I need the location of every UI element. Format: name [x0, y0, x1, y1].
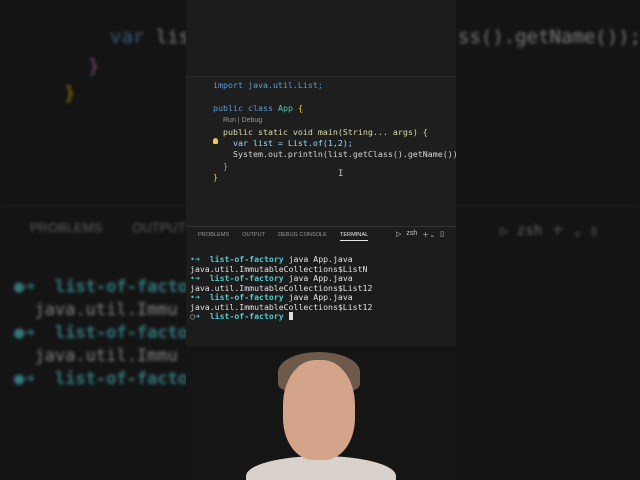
terminal-icon: ▷: [396, 231, 402, 238]
terminal-output: •➜ list-of-factory java App.java java.ut…: [190, 254, 373, 321]
run-debug-codelens[interactable]: Run | Debug: [223, 117, 262, 124]
split-terminal-icon[interactable]: ▯: [440, 230, 444, 240]
import-line: import java.util.List;: [213, 80, 323, 90]
bg-code-line: ss().getName());: [458, 26, 640, 48]
bg-brace: }: [64, 82, 76, 104]
bg-terminal-controls: ▷ zsh ＋ ⌄ ▯: [500, 223, 599, 239]
tab-problems[interactable]: PROBLEMS: [198, 232, 229, 241]
video-panel: import java.util.List; public class App …: [186, 0, 456, 480]
code-content: import java.util.List; public class App …: [213, 80, 456, 184]
lightbulb-icon[interactable]: [213, 138, 218, 144]
main-decl: public static void main(String... args) …: [223, 126, 428, 137]
print-line: System.out.println(list.getClass().getNa…: [232, 149, 456, 160]
terminal-caret: [288, 312, 293, 320]
shell-name[interactable]: zsh: [406, 230, 417, 240]
terminal-panel[interactable]: PROBLEMS OUTPUT DEBUG CONSOLE TERMINAL ▷…: [186, 226, 456, 347]
add-terminal-button[interactable]: ＋⌄: [422, 230, 435, 240]
bg-terminal: ●➜ list-of-factory java.util.Immu ●➜ lis…: [14, 277, 209, 389]
tab-terminal[interactable]: TERMINAL: [339, 232, 369, 241]
tab-debug-console[interactable]: DEBUG CONSOLE: [278, 232, 327, 241]
bg-brace: }: [88, 55, 100, 77]
var-line: var list = List.of(1,2);: [232, 138, 353, 149]
text-cursor-icon: I: [338, 169, 344, 179]
presenter-webcam: [186, 346, 456, 480]
tab-output[interactable]: OUTPUT: [242, 232, 265, 241]
code-editor[interactable]: import java.util.List; public class App …: [186, 76, 456, 227]
